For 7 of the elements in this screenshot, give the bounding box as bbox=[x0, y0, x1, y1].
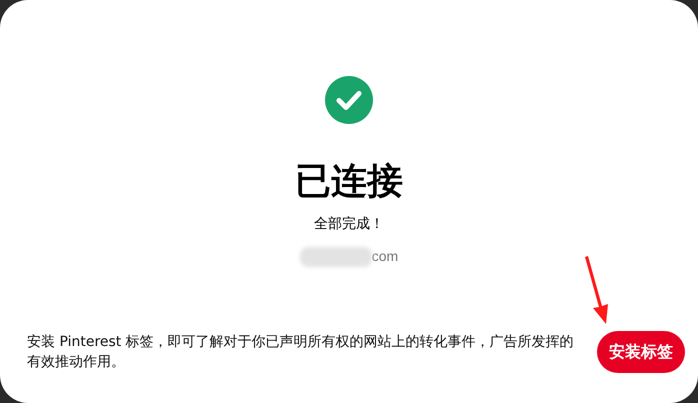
dialog-title: 已连接 bbox=[295, 160, 403, 204]
arrow-annotation bbox=[582, 255, 610, 325]
check-icon bbox=[325, 76, 373, 124]
status-message: 全部完成！ bbox=[314, 214, 384, 232]
account-domain: com bbox=[372, 247, 398, 266]
description-text: 安装 Pinterest 标签，即可了解对于你已声明所有权的网站上的转化事件，广告所发挥的有效推动作用。 bbox=[27, 333, 575, 372]
install-tag-button[interactable]: 安装标签 bbox=[597, 331, 685, 373]
